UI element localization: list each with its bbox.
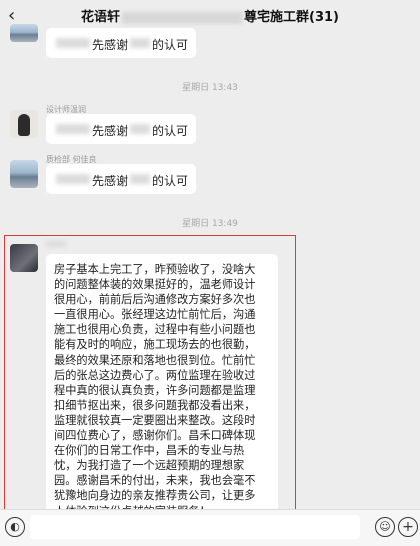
message-line: 的问题整体装的效果挺好的，温老师设计 xyxy=(54,278,256,292)
group-title-start: 花语轩 xyxy=(81,10,121,25)
avatar[interactable] xyxy=(10,110,38,138)
message-line: 忱，为我打造了一个远超预期的理想家 xyxy=(54,459,245,473)
avatar[interactable] xyxy=(10,160,38,188)
timestamp: 星期日 13:49 xyxy=(182,219,238,229)
message-line: 能有及时的响应，施工现场去的也很勤， xyxy=(54,338,256,352)
message-line: 后的张总这边费心了。两位监理在验收过 xyxy=(54,368,256,382)
message-line: 程中真的很认真负责，许多问题都是监理 xyxy=(54,383,256,397)
voice-icon[interactable]: ◐ xyxy=(5,517,25,537)
redacted-text xyxy=(130,174,150,184)
message-text-a: 先感谢 xyxy=(92,124,129,138)
redacted-text xyxy=(130,124,150,134)
chat-header: ‹ 花语轩 尊宅施工群(31) xyxy=(0,0,420,30)
message-input[interactable] xyxy=(30,515,360,539)
timestamp: 星期日 13:43 xyxy=(182,83,238,93)
message-line: 一直很用心。张经理这边忙前忙后，沟通 xyxy=(54,308,256,322)
message-bubble[interactable]: 先感谢 的认可 xyxy=(46,28,196,58)
message-line: 扣细节抠出来，很多问题我都没看出来， xyxy=(54,398,256,412)
plus-icon[interactable]: + xyxy=(398,517,418,537)
message-line: 施工也很用心负责，过程中有些小问题也 xyxy=(54,323,256,337)
redacted-text xyxy=(130,38,150,48)
message-text-a: 先感谢 xyxy=(92,174,129,188)
group-title-end: 尊宅施工群(31) xyxy=(244,10,339,25)
message-line: 间四位费心了，感谢你们。昌禾口碑体现 xyxy=(54,429,256,443)
group-title: 花语轩 尊宅施工群(31) xyxy=(0,6,420,25)
message-bubble[interactable]: 先感谢 的认可 xyxy=(46,114,196,144)
message-text-a: 先感谢 xyxy=(92,38,129,52)
redacted-title xyxy=(122,11,243,24)
redacted-sender xyxy=(46,241,66,247)
message-line: 最终的效果还原和落地也很到位。忙前忙 xyxy=(54,353,256,367)
message-line: 园。感谢昌禾的付出，未来，我也会毫不 xyxy=(54,474,256,488)
message-line: 在你们的日常工作中，昌禾的专业与热 xyxy=(54,444,245,458)
message-text-b: 的认可 xyxy=(152,124,189,138)
input-bar: ◐ ☺ + xyxy=(0,509,420,546)
message-line: 很用心，前前后后沟通修改方案好多次也 xyxy=(54,293,256,307)
message-line: 监理就很较真一定要圈出来整改。这段时 xyxy=(54,413,256,427)
message-line: 房子基本上完工了，昨预验收了，没啥大 xyxy=(54,263,256,276)
avatar[interactable] xyxy=(10,24,38,42)
message-text-b: 的认可 xyxy=(152,174,189,188)
redacted-text xyxy=(56,124,90,134)
avatar[interactable] xyxy=(10,244,38,272)
long-message-bubble[interactable]: 房子基本上完工了，昨预验收了，没啥大 的问题整体装的效果挺好的，温老师设计 很用… xyxy=(46,254,278,527)
redacted-text xyxy=(56,38,90,48)
message-bubble[interactable]: 先感谢 的认可 xyxy=(46,164,196,194)
redacted-text xyxy=(56,174,90,184)
message-text-b: 的认可 xyxy=(152,38,189,52)
emoji-icon[interactable]: ☺ xyxy=(375,517,395,537)
message-line: 犹豫地向身边的亲友推荐贵公司，让更多 xyxy=(54,489,256,503)
